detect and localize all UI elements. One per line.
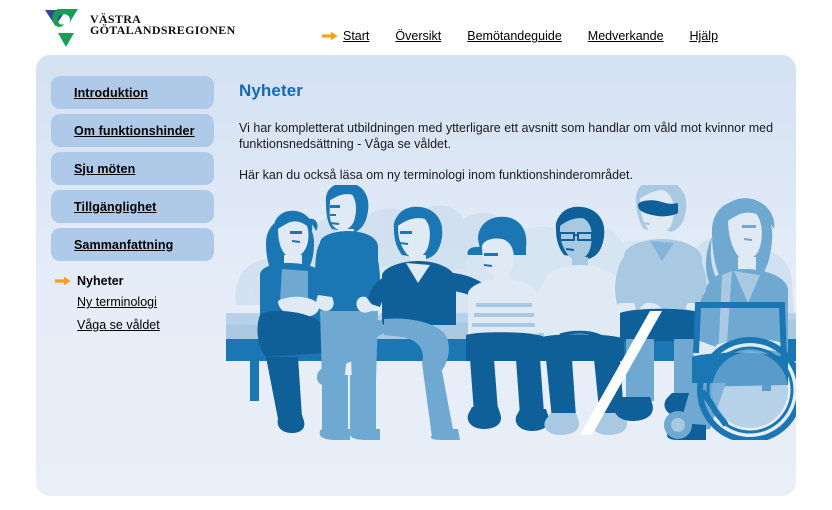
sidebar-item-introduktion[interactable]: Introduktion [51,76,214,109]
sidebar-sublink-label[interactable]: Ny terminologi [77,295,157,309]
nav-link-label[interactable]: Översikt [395,29,441,43]
sidebar-item-nyheter-active[interactable]: Nyheter [55,274,226,288]
logo-line-2: GÖTALANDSREGIONEN [90,23,236,37]
nav-item-oversikt[interactable]: Översikt [395,29,441,43]
sidebar-item-sammanfattning[interactable]: Sammanfattning [51,228,214,261]
sidebar-item-label[interactable]: Sammanfattning [74,238,173,252]
main-content: Nyheter Vi har kompletterat utbildningen… [239,81,784,198]
sidebar-item-om-funktionshinder[interactable]: Om funktionshinder [51,114,214,147]
arrow-right-icon [55,276,71,286]
sidebar-sublink-label[interactable]: Våga se våldet [77,318,160,332]
nav-link-label[interactable]: Hjälp [690,29,719,43]
nav-link-label[interactable]: Medverkande [588,29,664,43]
nav-item-hjalp[interactable]: Hjälp [690,29,719,43]
page-title: Nyheter [239,81,304,100]
sidebar-item-label[interactable]: Tillgänglighet [74,200,156,214]
content-paragraph-2: Här kan du också läsa om ny terminologi … [239,168,633,182]
nav-item-medverkande[interactable]: Medverkande [588,29,664,43]
illustration-people-on-bench [226,185,796,440]
logo-text: VÄSTRA GÖTALANDSREGIONEN [90,13,236,37]
sidebar-navigation: Introduktion Om funktionshinder Sju möte… [51,76,226,334]
vastra-gotalandsregionen-logo-icon [45,9,78,47]
nav-link-label[interactable]: Start [343,29,369,43]
sidebar-item-label: Nyheter [77,274,124,288]
page-header: VÄSTRA GÖTALANDSREGIONEN Start Översikt … [0,0,832,55]
main-panel: Introduktion Om funktionshinder Sju möte… [36,55,796,496]
content-paragraph-1: Vi har kompletterat utbildningen med ytt… [239,121,774,151]
sidebar-item-label[interactable]: Om funktionshinder [74,124,195,138]
sidebar-sublink-vaga-se-valdet[interactable]: Våga se våldet [77,316,226,334]
nav-item-bemotandeguide[interactable]: Bemötandeguide [467,29,562,43]
nav-item-start[interactable]: Start [322,29,369,43]
nav-link-label[interactable]: Bemötandeguide [467,29,562,43]
top-navigation: Start Översikt Bemötandeguide Medverkand… [322,26,718,46]
sidebar-item-label[interactable]: Sju möten [74,162,135,176]
arrow-right-icon [322,31,338,41]
sidebar-item-sju-moten[interactable]: Sju möten [51,152,214,185]
sidebar-item-label[interactable]: Introduktion [74,86,148,100]
sidebar-sublink-ny-terminologi[interactable]: Ny terminologi [77,293,226,311]
logo: VÄSTRA GÖTALANDSREGIONEN [44,7,244,49]
sidebar-item-tillganglighet[interactable]: Tillgänglighet [51,190,214,223]
